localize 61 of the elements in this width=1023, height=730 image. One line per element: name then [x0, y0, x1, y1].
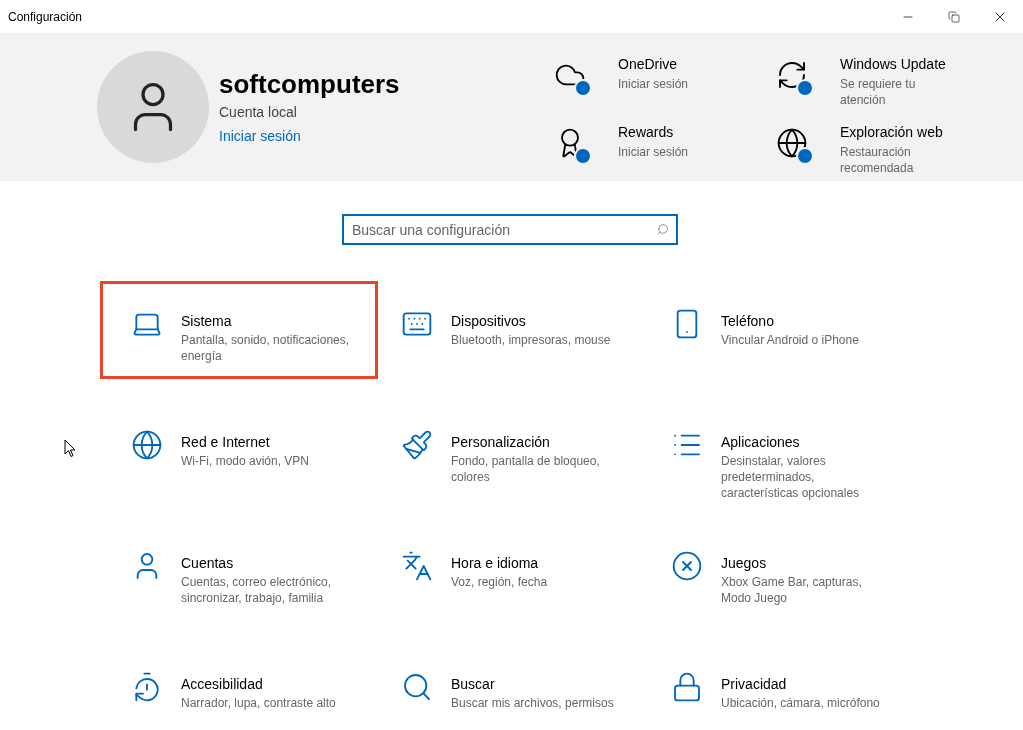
category-subtitle: Vincular Android o iPhone [721, 332, 860, 348]
category-title: Privacidad [721, 675, 788, 693]
category-tile[interactable]: Juegos Xbox Game Bar, capturas, Modo Juego [640, 523, 910, 621]
category-subtitle: Voz, región, fecha [451, 574, 549, 590]
category-tile[interactable]: Teléfono Vincular Android o iPhone [640, 281, 910, 379]
account-type: Cuenta local [219, 102, 298, 122]
window-title: Configuración [7, 8, 83, 26]
category-subtitle: Ubicación, cámara, micrófono [721, 695, 881, 711]
language-icon [401, 550, 433, 582]
category-subtitle: Buscar mis archivos, permisos [451, 695, 615, 711]
category-subtitle: Fondo, pantalla de bloqueo, colores [451, 453, 601, 485]
category-tile[interactable]: Aplicaciones Desinstalar, valores predeterminados, características opcionales [640, 402, 910, 500]
category-title: Juegos [721, 554, 768, 572]
restore-icon[interactable] [948, 10, 960, 23]
category-title: Teléfono [721, 312, 775, 330]
category-tile[interactable]: Cuentas Cuentas, correo electrónico, sincronizar, trabajo, familia [100, 523, 370, 621]
brush-icon [401, 429, 433, 461]
category-tile[interactable]: Hora e idioma Voz, región, fecha [370, 523, 640, 621]
globe-icon [131, 429, 163, 461]
category-title: Red e Internet [181, 433, 271, 451]
service-subtitle: Restauración recomendada [840, 144, 915, 176]
category-tile[interactable]: Personalización Fondo, pantalla de bloqueo, colores [370, 402, 640, 500]
search-icon [656, 223, 669, 236]
service-title: Windows Update [840, 55, 947, 73]
category-title: Accesibilidad [181, 675, 264, 693]
category-subtitle: Pantalla, sonido, notificaciones, energía [181, 332, 351, 364]
service-tile[interactable]: Rewards Iniciar sesión [554, 123, 776, 181]
service-title: OneDrive [618, 55, 679, 73]
search-icon [401, 671, 433, 703]
category-subtitle: Desinstalar, valores predeterminados, características opcionales [721, 453, 861, 501]
category-tile[interactable]: Sistema Pantalla, sonido, notificaciones, energía [100, 281, 378, 379]
category-tile[interactable]: Privacidad Ubicación, cámara, micrófono [640, 644, 910, 730]
category-tile[interactable]: Buscar Buscar mis archivos, permisos [370, 644, 640, 730]
category-tile[interactable]: Accesibilidad Narrador, lupa, contraste alto [100, 644, 370, 730]
category-subtitle: Narrador, lupa, contraste alto [181, 695, 337, 711]
search-field[interactable]: Buscar una configuración [342, 214, 678, 245]
category-title: Aplicaciones [721, 433, 801, 451]
category-title: Cuentas [181, 554, 235, 572]
service-tile[interactable]: Windows Update Se requiere tu atención [776, 55, 976, 113]
service-title: Exploración web [840, 123, 944, 141]
category-tile[interactable]: Red e Internet Wi-Fi, modo avión, VPN [100, 402, 370, 500]
category-subtitle: Wi-Fi, modo avión, VPN [181, 453, 311, 469]
service-subtitle: Se requiere tu atención [840, 76, 917, 108]
category-title: Personalización [451, 433, 551, 451]
category-title: Dispositivos [451, 312, 527, 330]
mouse-pointer-icon [64, 439, 76, 458]
sign-in-link[interactable]: Iniciar sesión [219, 125, 449, 147]
category-subtitle: Bluetooth, impresoras, mouse [451, 332, 612, 348]
service-tile[interactable]: Exploración web Restauración recomendada [776, 123, 976, 181]
service-subtitle: Iniciar sesión [618, 76, 690, 92]
category-subtitle: Cuentas, correo electrónico, sincronizar, trabajo, familia [181, 574, 333, 606]
service-tile[interactable]: OneDrive Iniciar sesión [554, 55, 776, 113]
account-name: softcomputers [219, 67, 401, 100]
service-title: Rewards [618, 123, 675, 141]
circle-x-icon [671, 550, 703, 582]
service-subtitle: Iniciar sesión [618, 144, 690, 160]
category-title: Hora e idioma [451, 554, 540, 572]
category-title: Sistema [181, 312, 233, 330]
lock-icon [671, 671, 703, 703]
category-title: Buscar [451, 675, 496, 693]
category-subtitle: Xbox Game Bar, capturas, Modo Juego [721, 574, 863, 606]
